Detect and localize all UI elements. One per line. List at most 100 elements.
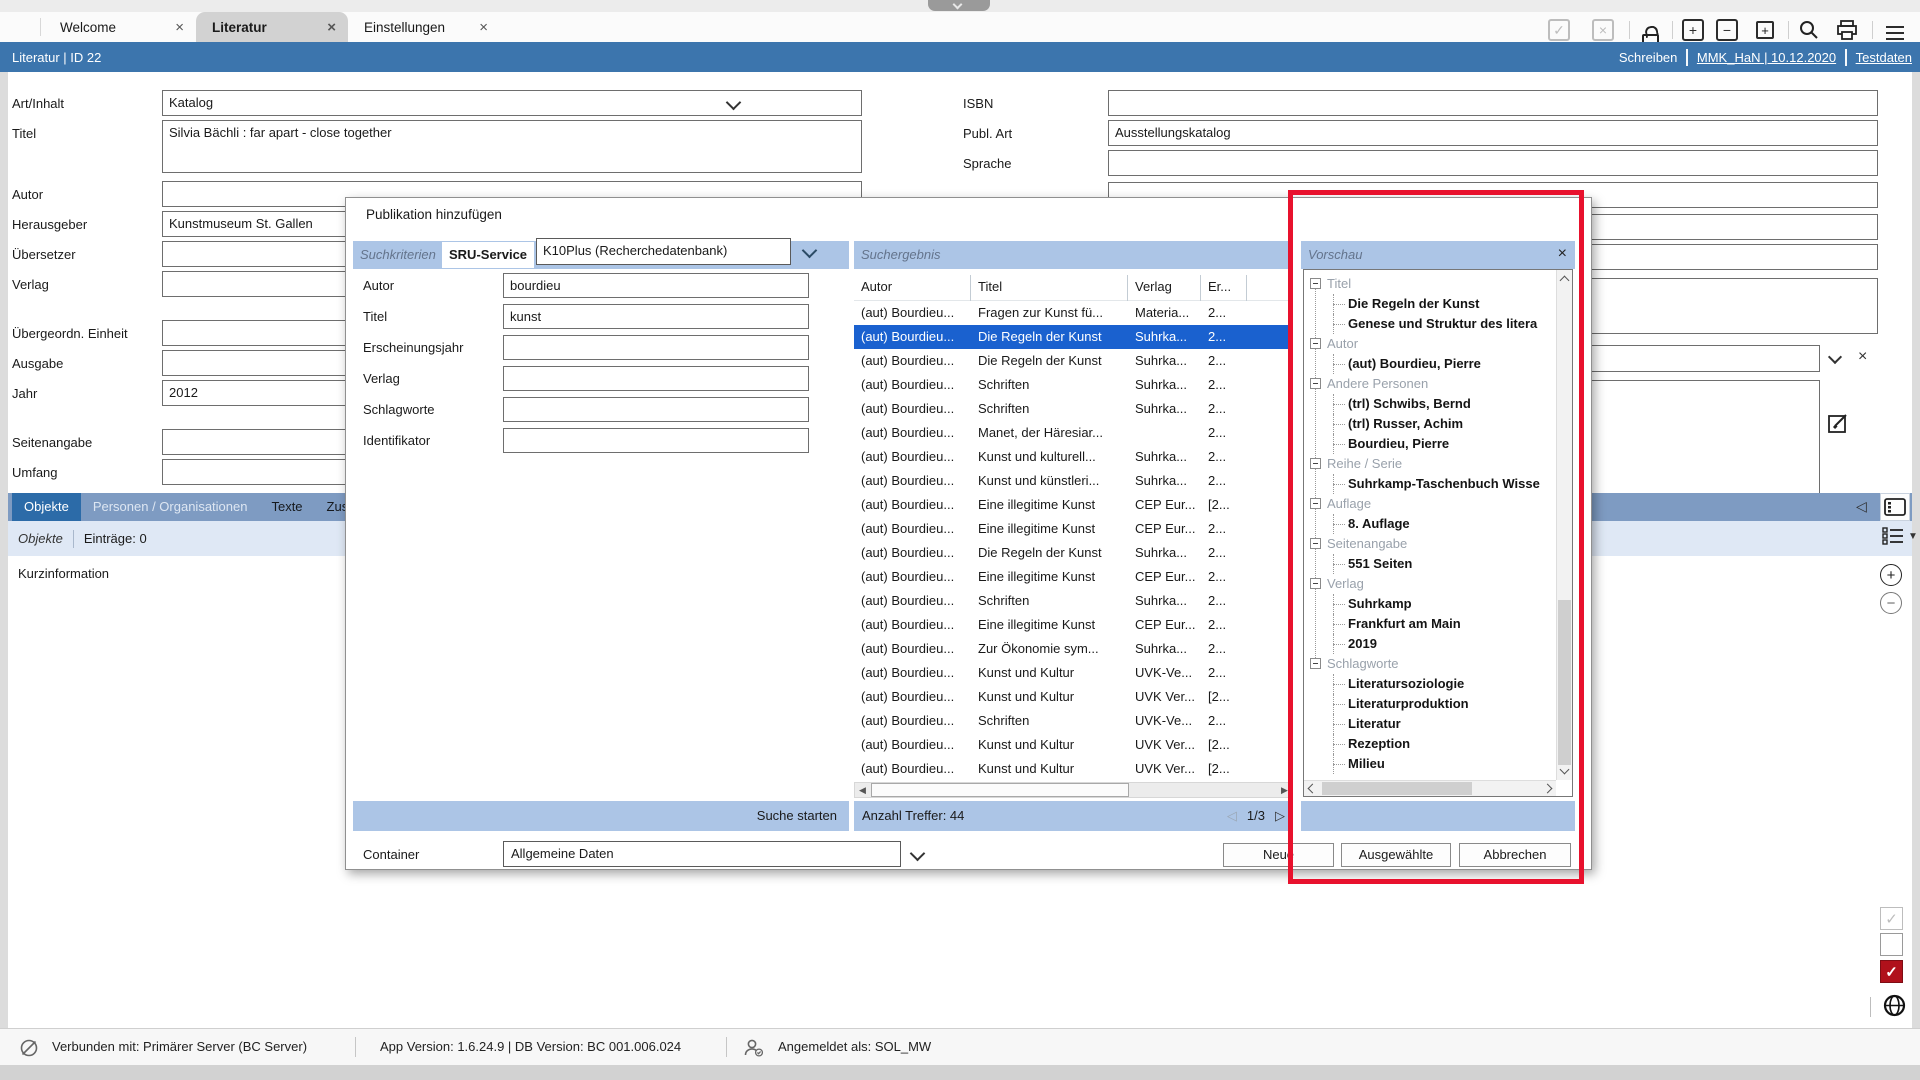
user-date-link[interactable]: MMK_HaN | 10.12.2020 [1697,50,1836,65]
table-row[interactable]: (aut) Bourdieu...SchriftenUVK-Ve...2... [854,709,1293,733]
duplicate-button[interactable]: + [1752,19,1774,41]
add-button[interactable]: + [1682,19,1704,41]
scrollbar-thumb[interactable] [871,783,1129,797]
table-cell: 2... [1201,325,1247,349]
section-tab-objekte[interactable]: Objekte [12,493,81,521]
search-input-erscheinungsjahr[interactable] [503,335,809,360]
table-row[interactable]: (aut) Bourdieu...Eine illegitime KunstCE… [854,565,1293,589]
checkbox-red-checked[interactable]: ✓ [1880,960,1903,983]
search-icon [1798,19,1820,41]
menu-button[interactable] [1886,22,1908,44]
section-tab-personenorganisationen[interactable]: Personen / Organisationen [81,493,260,521]
checkbox-disabled[interactable]: ✓ [1880,907,1903,930]
column-header-2[interactable]: Verlag [1128,275,1201,301]
search-input-identifikator[interactable] [503,428,809,453]
print-button[interactable] [1836,19,1858,41]
table-row[interactable]: (aut) Bourdieu...Die Regeln der KunstSuh… [854,349,1293,373]
panel-view-button[interactable] [1880,493,1910,521]
collapse-panel-icon[interactable]: ◁ [1856,498,1867,515]
table-cell: Suhrka... [1128,349,1201,373]
ribbon-collapse-handle[interactable] [928,0,990,11]
page-prev-icon[interactable]: ◁ [1227,801,1237,831]
table-row[interactable]: (aut) Bourdieu...Kunst und KulturUVK Ver… [854,733,1293,757]
globe-icon [1883,994,1906,1017]
tab-welcome[interactable]: Welcome× [44,12,196,42]
field-label: Art/Inhalt [12,96,64,111]
edit-button[interactable] [1827,412,1851,439]
table-row[interactable]: (aut) Bourdieu...Die Regeln der KunstSuh… [854,325,1293,349]
search-input-verlag[interactable] [503,366,809,391]
list-view-button[interactable] [1882,527,1904,548]
table-row[interactable]: (aut) Bourdieu...Zur Ökonomie sym...Suhr… [854,637,1293,661]
tab-einstellungen[interactable]: Einstellungen× [348,12,500,42]
field-label: Übersetzer [12,247,76,262]
table-row[interactable]: (aut) Bourdieu...Fragen zur Kunst fü...M… [854,301,1293,325]
table-row[interactable]: (aut) Bourdieu...Kunst und künstleri...S… [854,469,1293,493]
zoom-in-button[interactable]: + [1880,564,1902,586]
table-row[interactable]: (aut) Bourdieu...SchriftenSuhrka...2... [854,589,1293,613]
search-button[interactable] [1798,19,1820,41]
table-row[interactable]: (aut) Bourdieu...Die Regeln der KunstSuh… [854,541,1293,565]
tab-close-icon[interactable]: × [327,20,336,35]
results-horizontal-scrollbar[interactable]: ◀ ▶ [854,782,1293,798]
column-header-1[interactable]: Titel [971,275,1128,301]
table-cell: Kunst und Kultur [971,661,1128,685]
table-row[interactable]: (aut) Bourdieu...Manet, der Häresiar...2… [854,421,1293,445]
field-input-publart[interactable]: Ausstellungskatalog [1108,120,1878,146]
zoom-out-button[interactable]: − [1880,592,1902,614]
column-header-3[interactable]: Er... [1201,275,1247,301]
icon-separator [1870,997,1871,1017]
remove-button[interactable]: − [1716,19,1738,41]
titlebar-separator [1845,49,1847,66]
table-cell: Eine illegitime Kunst [971,565,1128,589]
table-row[interactable]: (aut) Bourdieu...SchriftenSuhrka...2... [854,397,1293,421]
table-cell: Schriften [971,709,1128,733]
table-cell: (aut) Bourdieu... [854,733,971,757]
search-input-autor[interactable]: bourdieu [503,273,809,298]
search-input-titel[interactable]: kunst [503,304,809,329]
table-cell: UVK Ver... [1128,733,1201,757]
field-label: Übergeordn. Einheit [12,326,128,341]
tab-literatur[interactable]: Literatur× [196,12,348,42]
table-cell: UVK-Ve... [1128,709,1201,733]
table-row[interactable]: (aut) Bourdieu...Kunst und KulturUVK Ver… [854,685,1293,709]
field-input-titel[interactable]: Silvia Bächli : far apart - close togeth… [162,120,862,173]
section-tab-texte[interactable]: Texte [259,493,314,521]
select-check-button[interactable]: ✓ [1548,19,1570,41]
clear-icon[interactable]: × [1858,348,1867,366]
page-next-icon[interactable]: ▷ [1275,801,1285,831]
column-header-0[interactable]: Autor [854,275,971,301]
sru-service-select[interactable]: K10Plus (Recherchedatenbank) [536,238,791,265]
environment-link[interactable]: Testdaten [1856,50,1912,65]
search-row: Identifikator [346,428,846,459]
search-start-button[interactable]: Suche starten [757,808,837,823]
chevron-down-icon[interactable] [910,846,926,862]
table-row[interactable]: (aut) Bourdieu...Kunst und KulturUVK Ver… [854,757,1293,781]
connection-status: Verbunden mit: Primärer Server (BC Serve… [52,1039,307,1054]
container-select[interactable]: Allgemeine Daten [503,841,901,867]
tab-close-icon[interactable]: × [175,20,184,35]
select-x-button[interactable]: × [1592,19,1614,41]
field-input-isbn[interactable] [1108,90,1878,116]
table-row[interactable]: (aut) Bourdieu...Eine illegitime KunstCE… [854,517,1293,541]
chevron-down-icon[interactable] [1828,350,1842,364]
list-options-dropdown-icon[interactable]: ▼ [1908,531,1918,542]
search-input-schlagworte[interactable] [503,397,809,422]
globe-button[interactable] [1883,994,1906,1020]
field-input-artinhalt[interactable]: Katalog [162,90,862,116]
scroll-left-icon[interactable]: ◀ [855,784,870,797]
tab-close-icon[interactable]: × [479,20,488,35]
table-row[interactable]: (aut) Bourdieu...Kunst und KulturUVK-Ve.… [854,661,1293,685]
lock-button[interactable] [1640,19,1662,41]
table-cell: (aut) Bourdieu... [854,685,971,709]
checkbox-empty[interactable] [1880,933,1903,956]
table-cell: 2... [1201,709,1247,733]
table-row[interactable]: (aut) Bourdieu...Kunst und kulturell...S… [854,445,1293,469]
table-cell: (aut) Bourdieu... [854,517,971,541]
table-row[interactable]: (aut) Bourdieu...Eine illegitime KunstCE… [854,493,1293,517]
field-input-sprache[interactable] [1108,150,1878,176]
table-cell: (aut) Bourdieu... [854,445,971,469]
table-cell: [2... [1201,757,1247,781]
table-row[interactable]: (aut) Bourdieu...Eine illegitime KunstCE… [854,613,1293,637]
table-row[interactable]: (aut) Bourdieu...SchriftenSuhrka...2... [854,373,1293,397]
